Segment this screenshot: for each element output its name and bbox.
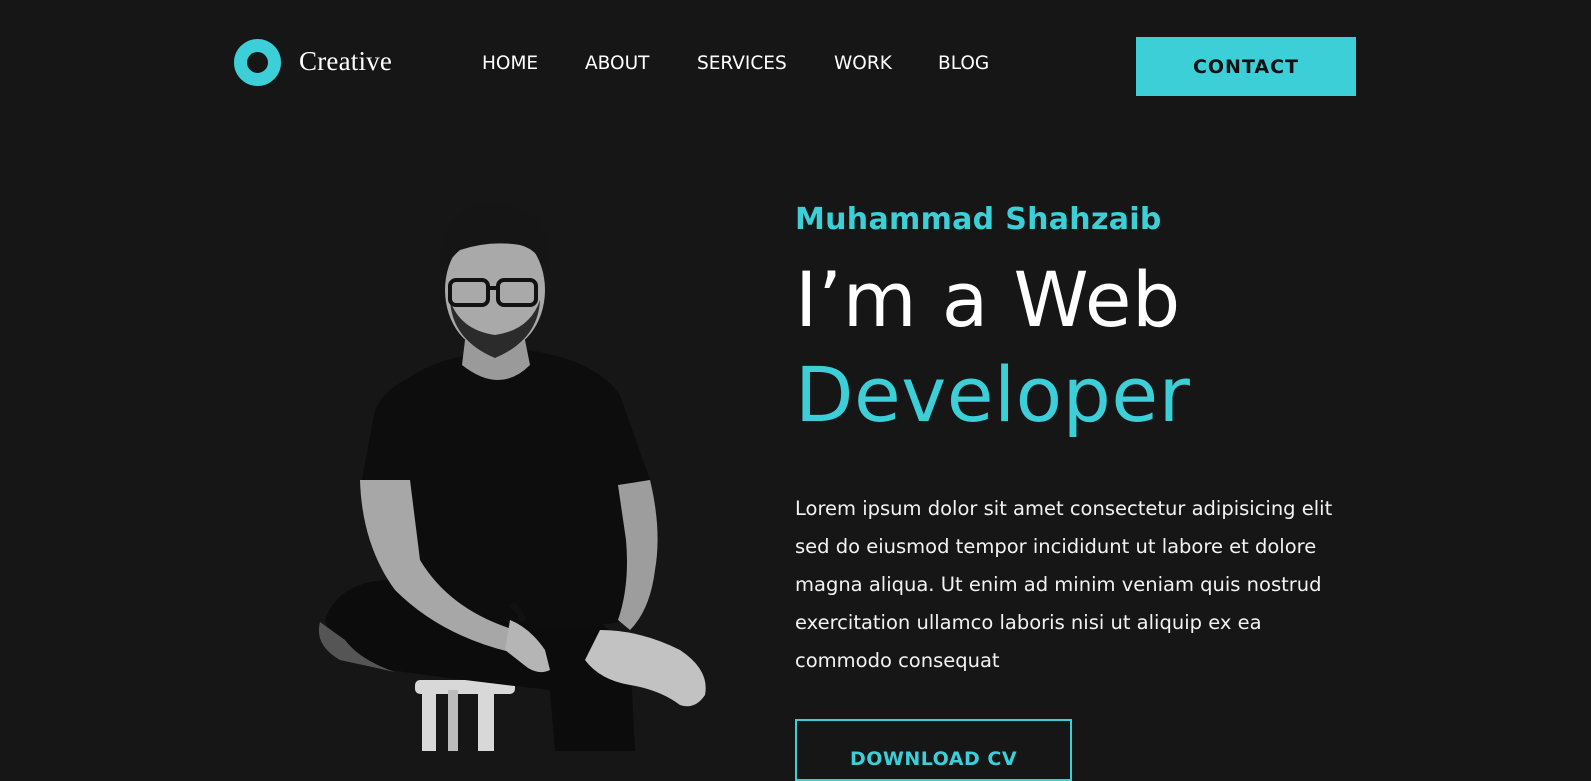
nav-item-services[interactable]: SERVICES bbox=[697, 53, 787, 74]
hero-headline-line-2: Developer bbox=[795, 350, 1191, 439]
download-cv-button[interactable]: DOWNLOAD CV bbox=[795, 719, 1072, 781]
hero-name: Muhammad Shahzaib bbox=[795, 202, 1162, 237]
nav-item-home[interactable]: HOME bbox=[482, 53, 538, 74]
nav-item-work[interactable]: WORK bbox=[834, 53, 892, 74]
hero-headline-line-1: I’m a Web bbox=[795, 255, 1181, 344]
portrait-image bbox=[300, 190, 740, 751]
person-sitting-on-stool-icon bbox=[318, 203, 706, 751]
contact-button[interactable]: CONTACT bbox=[1136, 37, 1356, 96]
hero-description: Lorem ipsum dolor sit amet consectetur a… bbox=[795, 497, 1333, 672]
nav-item-about[interactable]: ABOUT bbox=[585, 53, 649, 74]
nav-item-blog[interactable]: BLOG bbox=[938, 53, 989, 74]
